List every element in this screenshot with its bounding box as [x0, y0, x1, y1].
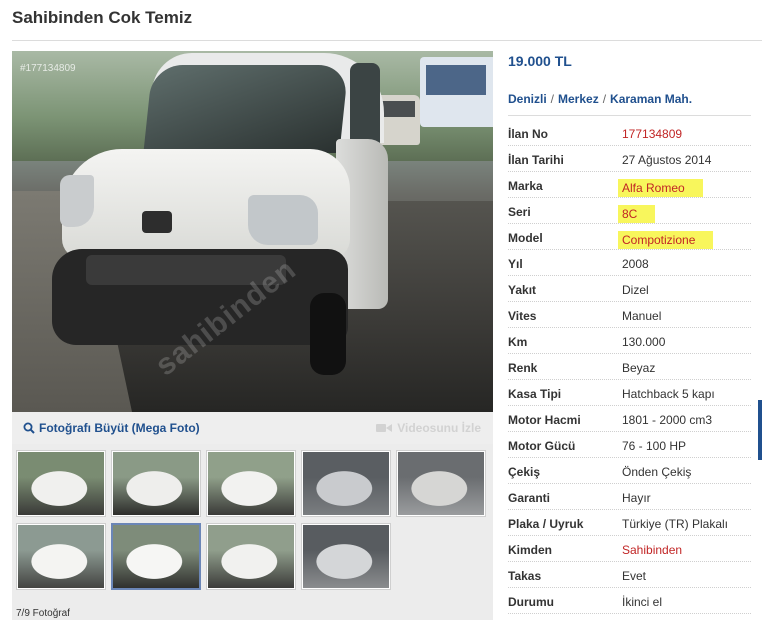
detail-key: Durumu	[508, 595, 554, 609]
photo-thumbnail[interactable]	[206, 450, 296, 517]
detail-key: İlan Tarihi	[508, 153, 564, 167]
detail-value: Hatchback 5 kapı	[622, 387, 715, 401]
breadcrumb-separator: /	[602, 92, 607, 106]
listing-title: Sahibinden Cok Temiz	[12, 8, 193, 27]
detail-value: Alfa Romeo	[618, 179, 703, 197]
detail-key: Plaka / Uyruk	[508, 517, 584, 531]
thumbnail-image	[113, 525, 199, 588]
photo-thumbnail[interactable]	[16, 450, 106, 517]
detail-value: Compotizione	[618, 231, 714, 249]
detail-row: İlan No 177134809	[508, 120, 751, 146]
detail-row: Yıl 2008	[508, 250, 751, 276]
photo-thumbnail[interactable]	[301, 523, 391, 590]
photo-counter: 7/9 Fotoğraf	[16, 608, 70, 619]
detail-row: Durumu İkinci el	[508, 588, 751, 614]
photo-thumbnail[interactable]	[396, 450, 486, 517]
detail-key: Kasa Tipi	[508, 387, 562, 401]
title-divider	[12, 40, 762, 41]
detail-value: Manuel	[622, 309, 662, 323]
detail-key: Seri	[508, 205, 531, 219]
details-table: İlan No 177134809 İlan Tarihi 27 Ağustos 20…	[508, 120, 751, 614]
detail-key: Vites	[508, 309, 537, 323]
detail-row: Renk Beyaz	[508, 354, 751, 380]
detail-key: Model	[508, 231, 543, 245]
detail-value: Önden Çekiş	[622, 465, 692, 479]
detail-row: Kimden Sahibinden	[508, 536, 751, 562]
detail-row: Km 130.000	[508, 328, 751, 354]
detail-value: 27 Ağustos 2014	[622, 153, 712, 167]
detail-key: Marka	[508, 179, 543, 193]
detail-key: Garanti	[508, 491, 551, 505]
magnifier-icon	[23, 422, 35, 434]
detail-value: İkinci el	[622, 595, 663, 609]
detail-key: Çekiş	[508, 465, 541, 479]
video-camera-icon	[376, 424, 393, 432]
detail-key: Yakıt	[508, 283, 537, 297]
detail-value: Sahibinden	[622, 543, 683, 557]
enlarge-photo-link[interactable]: Fotoğrafı Büyüt (Mega Foto)	[23, 421, 200, 435]
location-divider	[508, 115, 751, 116]
detail-row: Model Compotizione	[508, 224, 751, 250]
detail-row: Garanti Hayır	[508, 484, 751, 510]
detail-value: Hayır	[622, 491, 651, 505]
photo-bus	[420, 57, 493, 127]
photo-thumbnail[interactable]	[206, 523, 296, 590]
detail-key: Kimden	[508, 543, 553, 557]
detail-value: 130.000	[622, 335, 666, 349]
detail-value: Beyaz	[622, 361, 656, 375]
thumbnail-image	[208, 452, 294, 515]
photo-thumbnail[interactable]	[16, 523, 106, 590]
detail-value: Dizel	[622, 283, 649, 297]
detail-key: Renk	[508, 361, 538, 375]
watch-video-link[interactable]: Videosunu İzle	[376, 421, 481, 435]
detail-row: Plaka / Uyruk Türkiye (TR) Plakalı	[508, 510, 751, 536]
location-neighborhood-link[interactable]: Karaman Mah.	[610, 92, 692, 106]
detail-row: Çekiş Önden Çekiş	[508, 458, 751, 484]
enlarge-photo-label: Fotoğrafı Büyüt (Mega Foto)	[39, 421, 200, 435]
photo-thumbnail[interactable]	[301, 450, 391, 517]
detail-value: Türkiye (TR) Plakalı	[622, 517, 729, 531]
detail-value: 8C	[618, 205, 656, 223]
thumbnail-image	[208, 525, 294, 588]
thumbnail-strip: 7/9 Fotoğraf	[12, 444, 493, 620]
location-city-link[interactable]: Denizli	[508, 92, 547, 106]
photo-id-label: #177134809	[20, 63, 76, 74]
detail-key: Motor Gücü	[508, 439, 576, 453]
detail-key: İlan No	[508, 127, 549, 141]
detail-row: Motor Hacmi 1801 - 2000 cm3	[508, 406, 751, 432]
photo-thumbnail[interactable]	[111, 450, 201, 517]
location-district-link[interactable]: Merkez	[558, 92, 599, 106]
page-side-accent	[758, 400, 762, 460]
detail-key: Km	[508, 335, 528, 349]
detail-row: Motor Gücü 76 - 100 HP	[508, 432, 751, 458]
detail-row: Vites Manuel	[508, 302, 751, 328]
detail-key: Yıl	[508, 257, 523, 271]
detail-row: Marka Alfa Romeo	[508, 172, 751, 198]
watch-video-label: Videosunu İzle	[397, 421, 481, 435]
listing-price: 19.000 TL	[508, 53, 572, 69]
detail-value: Evet	[622, 569, 647, 583]
thumbnail-image	[113, 452, 199, 515]
thumbnail-image	[18, 452, 104, 515]
detail-key: Takas	[508, 569, 542, 583]
detail-row: İlan Tarihi 27 Ağustos 2014	[508, 146, 751, 172]
main-photo[interactable]: sahibinden #177134809	[12, 51, 493, 412]
detail-row: Seri 8C	[508, 198, 751, 224]
location-breadcrumb: Denizli / Merkez / Karaman Mah.	[508, 92, 692, 106]
thumbnail-image	[303, 452, 389, 515]
detail-row: Yakıt Dizel	[508, 276, 751, 302]
breadcrumb-separator: /	[550, 92, 555, 106]
detail-row: Takas Evet	[508, 562, 751, 588]
thumbnail-image	[303, 525, 389, 588]
detail-row: Kasa Tipi Hatchback 5 kapı	[508, 380, 751, 406]
detail-value: 1801 - 2000 cm3	[622, 413, 713, 427]
thumbnail-image	[398, 452, 484, 515]
photo-thumbnail[interactable]	[111, 523, 201, 590]
photo-toolbar: Fotoğrafı Büyüt (Mega Foto) Videosunu İz…	[12, 412, 493, 444]
detail-key: Motor Hacmi	[508, 413, 581, 427]
detail-value: 76 - 100 HP	[622, 439, 687, 453]
detail-value: 2008	[622, 257, 649, 271]
detail-value: 177134809	[622, 127, 683, 141]
thumbnail-image	[18, 525, 104, 588]
